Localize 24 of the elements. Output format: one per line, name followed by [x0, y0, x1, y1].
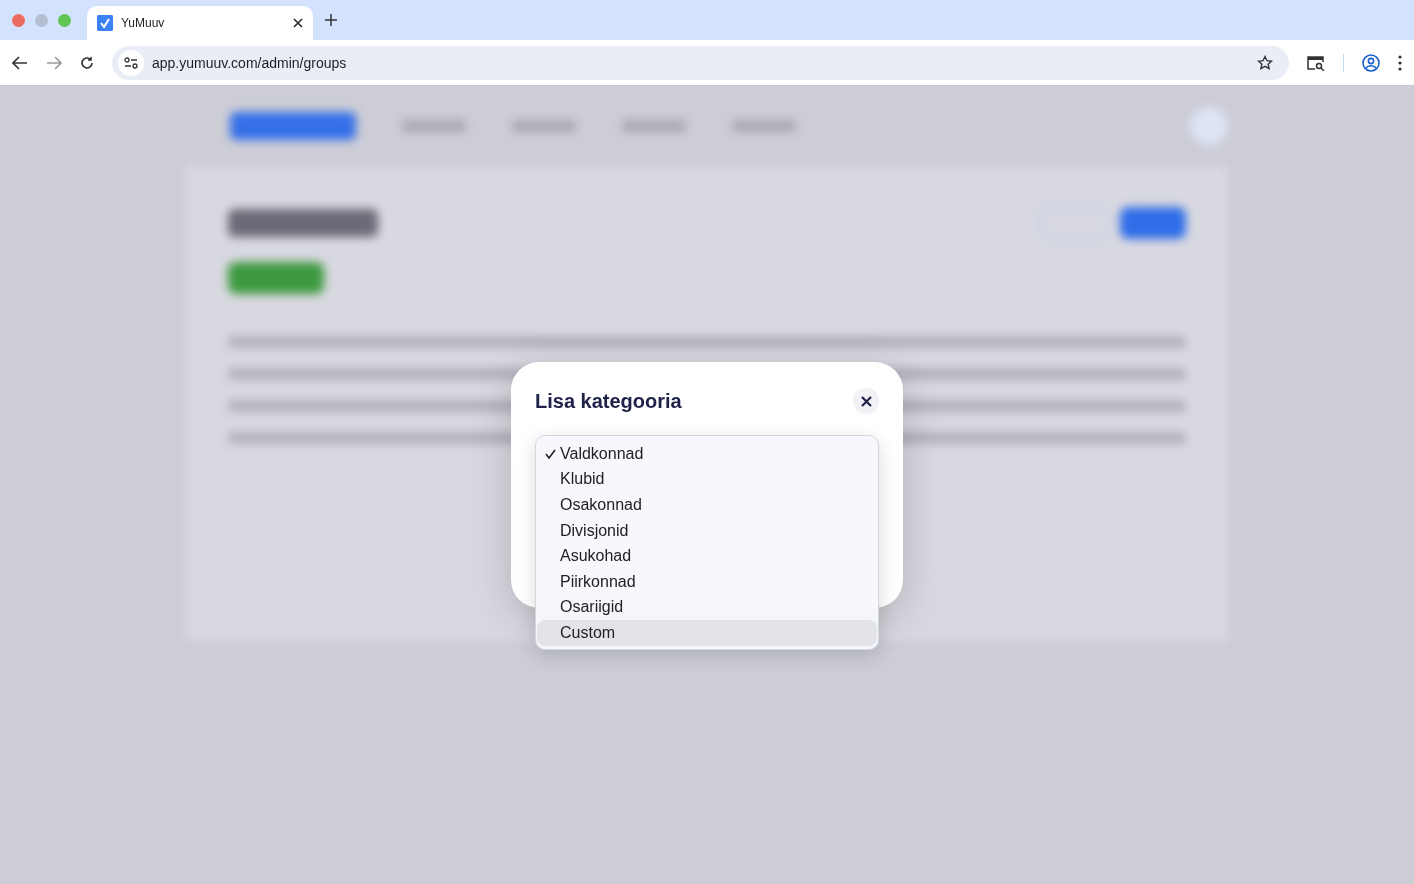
- checkmark-logo-icon: [97, 15, 113, 31]
- back-arrow-icon[interactable]: [12, 55, 28, 70]
- dropdown-option[interactable]: Custom: [537, 620, 877, 646]
- dropdown-option[interactable]: Valdkonnad: [537, 441, 877, 467]
- browser-tab[interactable]: YuMuuv: [87, 6, 313, 40]
- profile-icon[interactable]: [1362, 53, 1380, 72]
- star-icon[interactable]: [1257, 54, 1273, 71]
- dropdown-option[interactable]: Asukohad: [537, 543, 877, 569]
- dropdown-option[interactable]: Osariigid: [537, 594, 877, 621]
- dialog-title: Lisa kategooria: [535, 389, 682, 413]
- close-button[interactable]: [853, 388, 879, 414]
- new-tab-icon[interactable]: [325, 14, 337, 26]
- dropdown-option[interactable]: Divisjonid: [537, 517, 877, 544]
- forward-arrow-icon[interactable]: [46, 55, 62, 70]
- close-icon[interactable]: [860, 395, 872, 407]
- dropdown-option[interactable]: Piirkonnad: [537, 568, 877, 595]
- reload-icon[interactable]: [80, 55, 94, 70]
- dropdown-option[interactable]: Osakonnad: [537, 492, 877, 518]
- dropdown-option[interactable]: Klubid: [537, 466, 877, 493]
- address-bar[interactable]: app.yumuuv.com/admin/groups: [112, 45, 1289, 80]
- more-menu-icon[interactable]: [1398, 54, 1402, 71]
- site-settings-icon[interactable]: [124, 56, 138, 69]
- close-icon[interactable]: [293, 18, 303, 28]
- tab-search-icon[interactable]: [1307, 54, 1325, 71]
